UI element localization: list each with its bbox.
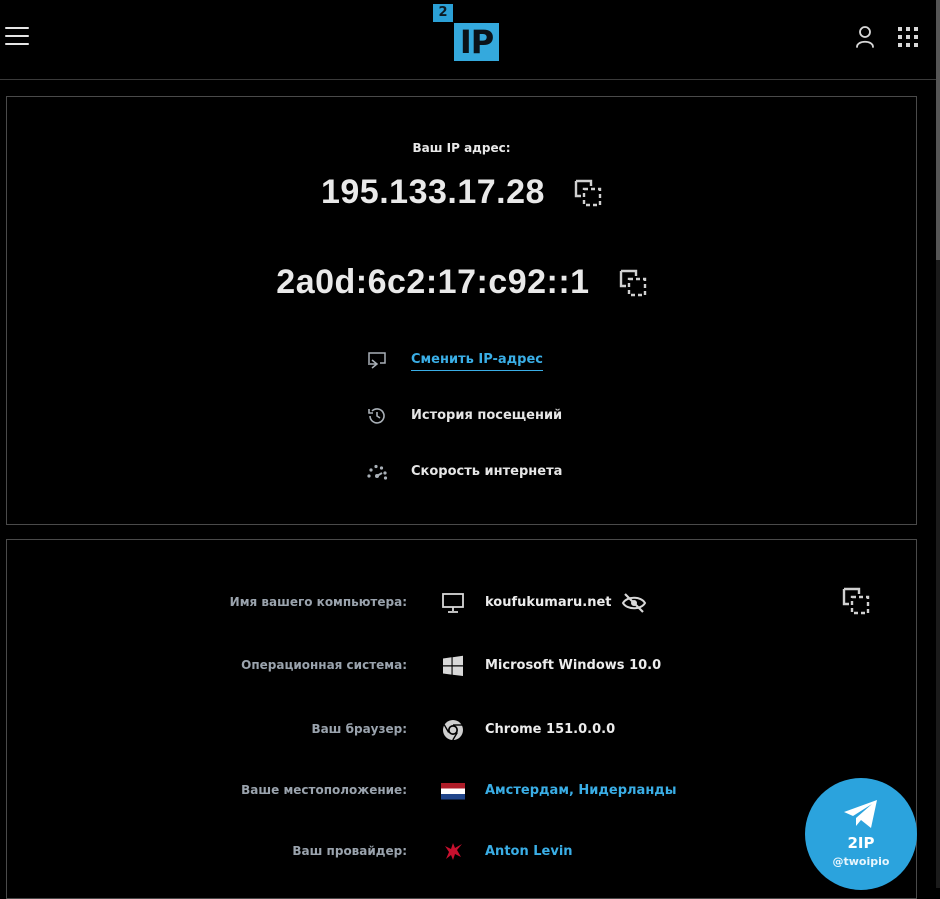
- provider-row: Ваш провайдер: Anton Levin: [7, 838, 916, 866]
- location-label: Ваше местоположение:: [241, 783, 407, 797]
- change-ip-link[interactable]: Сменить IP-адрес: [411, 352, 543, 371]
- site-header: 2 IP: [0, 0, 936, 80]
- browser-row: Ваш браузер: Chrome 151.0.0.0: [7, 716, 916, 744]
- os-row: Операционная система: Microsoft Windows …: [7, 652, 916, 680]
- logo-small-mark: 2: [433, 4, 453, 22]
- chrome-icon: [443, 720, 463, 741]
- copy-ipv4-icon[interactable]: [574, 179, 602, 207]
- provider-value[interactable]: Anton Levin: [485, 844, 573, 859]
- apps-grid-icon[interactable]: [897, 26, 919, 48]
- os-label: Операционная система:: [241, 658, 407, 672]
- page-scrollbar[interactable]: [936, 0, 940, 888]
- telegram-title: 2IP: [847, 834, 875, 852]
- hamburger-menu-icon[interactable]: [5, 27, 29, 47]
- copy-ipv6-icon[interactable]: [619, 269, 647, 297]
- windows-icon: [443, 655, 463, 676]
- ip-address-panel: Ваш IP адрес: 195.133.17.28 2a0d:6c2:17:…: [6, 96, 917, 525]
- speedometer-icon: [367, 464, 388, 480]
- provider-logo-icon: [445, 843, 462, 860]
- netherlands-flag-icon: [441, 783, 465, 800]
- scrollbar-thumb[interactable]: [936, 0, 940, 260]
- computer-name-value: koufukumaru.net: [485, 595, 612, 610]
- history-icon: [368, 408, 385, 424]
- os-value: Microsoft Windows 10.0: [485, 658, 662, 673]
- browser-label: Ваш браузер:: [311, 722, 407, 736]
- location-value[interactable]: Амстердам, Нидерланды: [485, 783, 677, 798]
- ipv4-address: 195.133.17.28: [320, 173, 545, 211]
- ipv4-row: 195.133.17.28: [7, 173, 916, 212]
- logo-main-mark: IP: [454, 23, 499, 61]
- telegram-plane-icon: [844, 800, 877, 828]
- user-icon[interactable]: [854, 25, 876, 49]
- computer-name-row: Имя вашего компьютера: koufukumaru.net: [7, 589, 916, 617]
- telegram-button[interactable]: 2IP @twoipio: [805, 778, 917, 890]
- history-link[interactable]: История посещений: [411, 408, 562, 423]
- location-row: Ваше местоположение: Амстердам, Нидерлан…: [7, 777, 916, 805]
- client-info-panel: Имя вашего компьютера: koufukumaru.net О…: [6, 539, 917, 899]
- ipv6-address: 2a0d:6c2:17:c92::1: [276, 263, 590, 301]
- change-ip-icon: [368, 352, 386, 369]
- telegram-handle: @twoipio: [832, 855, 890, 868]
- provider-label: Ваш провайдер:: [292, 844, 407, 858]
- computer-name-label: Имя вашего компьютера:: [229, 595, 407, 609]
- browser-value: Chrome 151.0.0.0: [485, 722, 616, 737]
- speedtest-link[interactable]: Скорость интернета: [411, 464, 562, 479]
- hide-eye-icon[interactable]: [621, 592, 647, 614]
- site-logo[interactable]: 2 IP: [433, 4, 501, 62]
- monitor-icon: [442, 593, 464, 613]
- ip-label: Ваш IP адрес:: [412, 141, 511, 155]
- ipv6-row: 2a0d:6c2:17:c92::1: [7, 263, 916, 302]
